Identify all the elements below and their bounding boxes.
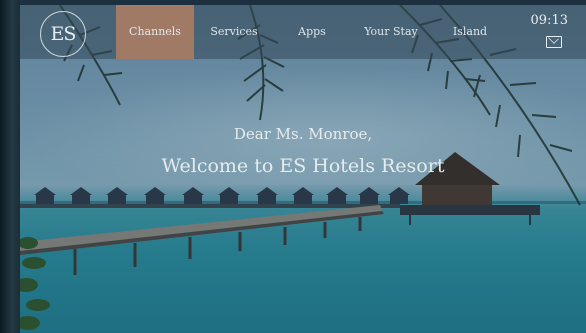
nav-tab-apps[interactable]: Apps xyxy=(282,5,342,59)
nav-tab-channels[interactable]: Channels xyxy=(116,5,194,59)
welcome-headline: Welcome to ES Hotels Resort xyxy=(161,155,445,177)
nav-tab-your-stay[interactable]: Your Stay xyxy=(358,5,424,59)
nav-tab-services[interactable]: Services xyxy=(200,5,268,59)
clock: 09:13 xyxy=(530,13,568,28)
nav-tab-island[interactable]: Island xyxy=(440,5,500,59)
greeting-text: Dear Ms. Monroe, xyxy=(233,125,373,143)
mail-icon[interactable] xyxy=(546,36,562,48)
tv-bezel xyxy=(0,0,20,333)
hotel-logo: ES xyxy=(40,11,86,57)
top-nav-bar: ES Channels Services Apps Your Stay Isla… xyxy=(20,5,586,59)
tv-frame: ES Channels Services Apps Your Stay Isla… xyxy=(0,0,586,333)
tv-screen: ES Channels Services Apps Your Stay Isla… xyxy=(20,5,586,333)
